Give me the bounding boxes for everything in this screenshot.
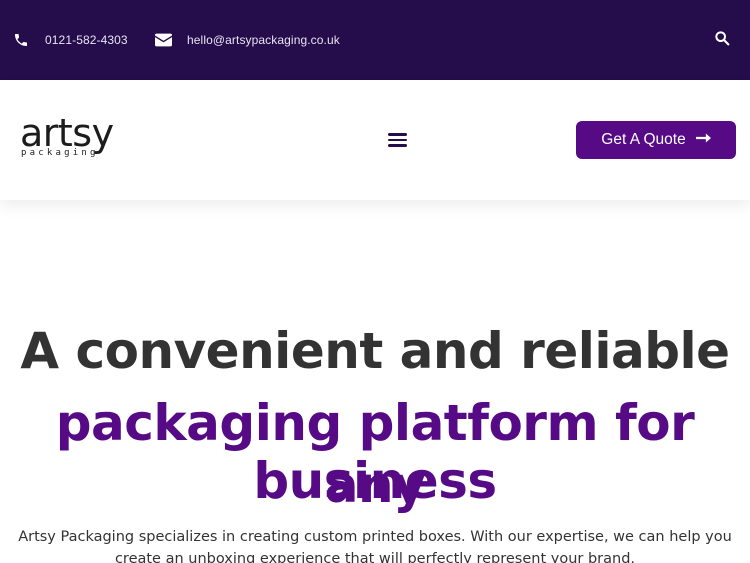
top-bar: 0121-582-4303 hello@artsypackaging.co.uk (0, 0, 750, 80)
email-contact[interactable]: hello@artsypackaging.co.uk (154, 0, 340, 80)
hero-heading-line-3: business (253, 452, 497, 510)
envelope-icon (154, 31, 172, 49)
logo-wordmark: artsy (20, 111, 114, 155)
logo[interactable]: artsy packaging (20, 111, 132, 160)
search-icon (714, 30, 730, 50)
phone-icon (12, 31, 30, 49)
phone-number[interactable]: 0121-582-4303 (45, 33, 128, 47)
arrow-right-icon (695, 131, 711, 149)
phone-contact[interactable]: 0121-582-4303 (12, 0, 128, 80)
get-a-quote-button[interactable]: Get A Quote (576, 121, 736, 159)
search-button[interactable] (712, 30, 732, 50)
hero-description: Artsy Packaging specializes in creating … (0, 526, 750, 563)
hero-description-line-2: create an unboxing experience that will … (114, 551, 636, 563)
logo-subtitle: packaging (21, 148, 99, 158)
hero-description-line-1: Artsy Packaging specializes in creating … (18, 529, 732, 545)
email-address[interactable]: hello@artsypackaging.co.uk (187, 33, 340, 47)
hero-heading-line-1: A convenient and reliable (20, 322, 730, 380)
quote-button-label: Get A Quote (601, 131, 686, 148)
menu-toggle-button[interactable] (388, 130, 410, 150)
hamburger-menu-icon (388, 133, 407, 136)
